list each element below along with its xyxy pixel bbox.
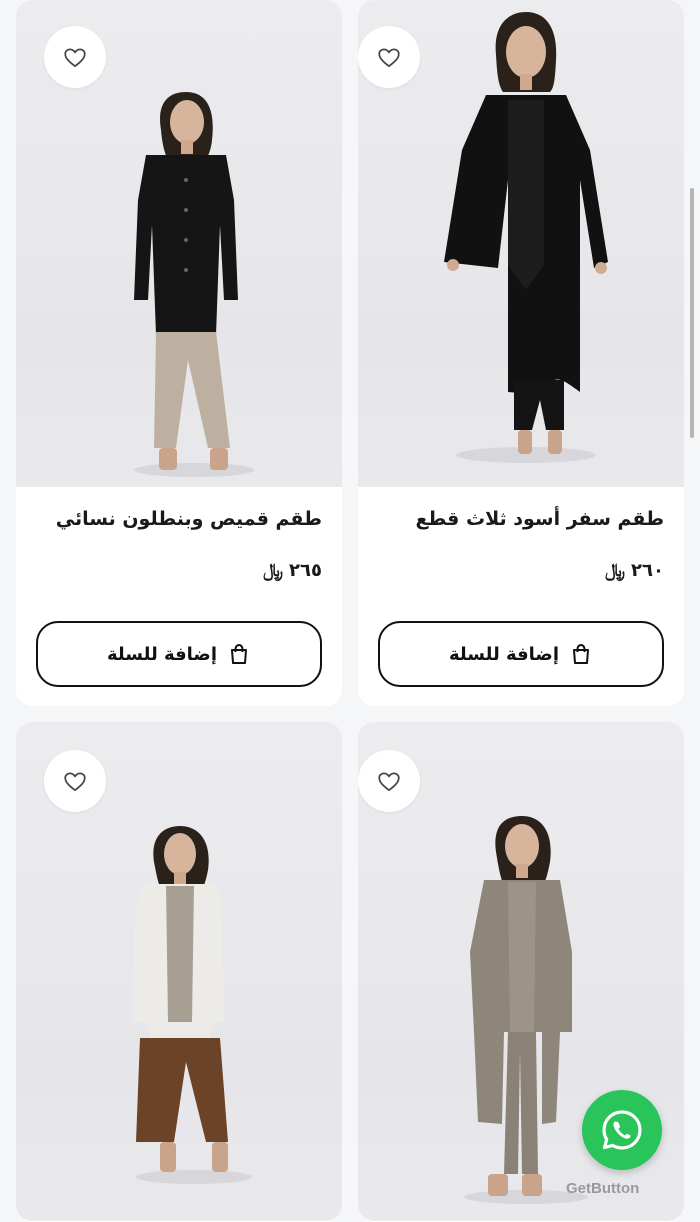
- product-title[interactable]: طقم سفر أسود ثلاث قطع: [415, 508, 664, 530]
- scrollbar[interactable]: [690, 188, 694, 438]
- riyal-currency-icon: ﷼: [263, 560, 284, 581]
- heart-outline-icon: [64, 48, 86, 68]
- heart-outline-icon: [64, 772, 86, 792]
- product-price: ٢٦٠ ﷼: [605, 560, 664, 581]
- product-card[interactable]: [16, 722, 342, 1222]
- product-card[interactable]: طقم سفر أسود ثلاث قطع ٢٦٠ ﷼ إضافة للسلة: [358, 0, 684, 706]
- shopping-bag-icon: [573, 643, 589, 664]
- price-value: ٢٦٠: [631, 560, 664, 581]
- getbutton-badge[interactable]: GetButton: [566, 1180, 639, 1197]
- product-price: ٢٦٥ ﷼: [263, 560, 322, 581]
- shopping-bag-icon: [231, 643, 247, 664]
- whatsapp-icon: [602, 1110, 642, 1150]
- add-to-cart-label: إضافة للسلة: [107, 643, 217, 665]
- heart-outline-icon: [378, 48, 400, 68]
- riyal-currency-icon: ﷼: [605, 560, 626, 581]
- heart-outline-icon: [378, 772, 400, 792]
- favorite-button[interactable]: [44, 26, 106, 88]
- whatsapp-chat-button[interactable]: [582, 1090, 662, 1170]
- add-to-cart-button[interactable]: إضافة للسلة: [378, 621, 664, 687]
- favorite-button[interactable]: [44, 750, 106, 812]
- favorite-button[interactable]: [358, 750, 420, 812]
- add-to-cart-label: إضافة للسلة: [449, 643, 559, 665]
- add-to-cart-button[interactable]: إضافة للسلة: [36, 621, 322, 687]
- price-value: ٢٦٥: [289, 560, 322, 581]
- product-card[interactable]: طقم قميص وبنطلون نسائي ٢٦٥ ﷼ إضافة للسلة: [16, 0, 342, 706]
- product-title[interactable]: طقم قميص وبنطلون نسائي: [56, 508, 322, 530]
- favorite-button[interactable]: [358, 26, 420, 88]
